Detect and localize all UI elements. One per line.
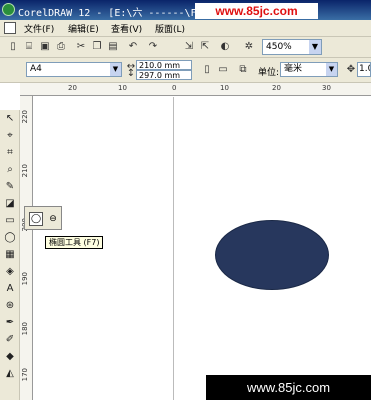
corel-online-icon[interactable]: ✲ (242, 40, 256, 54)
interactive-fill-tool-icon[interactable]: ◭ (3, 367, 17, 381)
unit-label: 单位: (258, 68, 280, 78)
menu-layout[interactable]: 版面(L) (155, 22, 185, 35)
nudge-icon: ✥ (346, 64, 356, 75)
eyedropper-tool-icon[interactable]: ✒ (3, 316, 17, 330)
save-icon[interactable]: ▣ (38, 40, 52, 54)
text-tool-icon[interactable]: A (3, 282, 17, 296)
horizontal-ruler[interactable]: 20 10 0 10 20 30 (20, 83, 371, 96)
chevron-down-icon[interactable]: ▼ (110, 63, 121, 76)
unit-select[interactable]: 毫米 ▼ (280, 62, 338, 77)
tool-tooltip: 椭圆工具 (F7) (45, 236, 104, 249)
toolbox: ↖ ⌖ ⌗ ⌕ ✎ ◪ ▭ ◯ ▦ ◈ A ⊛ ✒ ✐ ◆ ◭ (0, 110, 20, 400)
ruler-tick-label: 0 (172, 84, 177, 92)
ellipse-tool-icon[interactable]: ◯ (3, 231, 17, 245)
paste-icon[interactable]: ▤ (106, 40, 120, 54)
zoom-level-value: 450% (266, 42, 292, 52)
rectangle-tool-icon[interactable]: ▭ (3, 214, 17, 228)
ruler-tick-label: 10 (118, 84, 127, 92)
landscape-icon[interactable]: ▭ (216, 63, 230, 77)
paper-size-select[interactable]: A4 ▼ (26, 62, 122, 77)
ruler-tick-label: 20 (68, 84, 77, 92)
polygon-tool-icon[interactable]: ▦ (3, 248, 17, 262)
outline-tool-icon[interactable]: ✐ (3, 333, 17, 347)
ruler-tick-label: 10 (220, 84, 229, 92)
zoom-tool-icon[interactable]: ⌕ (3, 163, 17, 177)
page-border (173, 97, 174, 400)
portrait-icon[interactable]: ▯ (200, 63, 214, 77)
import-icon[interactable]: ⇲ (182, 40, 196, 54)
ruler-tick-label: 180 (21, 322, 29, 336)
menu-bar: 文件(F) 编辑(E) 查看(V) 版面(L) (0, 20, 371, 37)
paper-size-value: A4 (30, 64, 42, 74)
crop-tool-icon[interactable]: ⌗ (3, 146, 17, 160)
freehand-tool-icon[interactable]: ✎ (3, 180, 17, 194)
open-icon[interactable]: ⌸ (22, 40, 36, 54)
copy-icon[interactable]: ❐ (90, 40, 104, 54)
interactive-blend-tool-icon[interactable]: ⊛ (3, 299, 17, 313)
watermark-top: www.85jc.com (195, 3, 318, 19)
three-point-ellipse-tool-button[interactable]: ⊖ (46, 212, 60, 226)
title-bar: CorelDRAW 12 - [E:\六 ------\F\/-1-/-----… (0, 0, 371, 20)
page-width-field[interactable]: 210.0 mm (136, 60, 192, 70)
menu-file[interactable]: 文件(F) (24, 22, 54, 35)
shape-tool-icon[interactable]: ⌖ (3, 129, 17, 143)
ruler-tick-label: 210 (21, 164, 29, 178)
ruler-tick-label: 170 (21, 368, 29, 382)
ruler-tick-label: 190 (21, 272, 29, 286)
watermark-bottom: www.85jc.com (206, 375, 371, 400)
coreldraw-app-icon[interactable] (2, 3, 15, 16)
nudge-offset-field[interactable]: 1.0 (357, 62, 371, 77)
all-pages-icon[interactable]: ⧉ (236, 63, 250, 77)
chevron-down-icon[interactable]: ▼ (326, 63, 337, 76)
ellipse-shape[interactable] (215, 220, 329, 290)
property-bar: A4 ▼ ↔ ↕ 210.0 mm 297.0 mm ▯ ▭ ⧉ 单位: 毫米 … (0, 58, 371, 83)
pick-tool-icon[interactable]: ↖ (3, 112, 17, 126)
undo-icon[interactable]: ↶ (126, 40, 140, 54)
export-icon[interactable]: ⇱ (198, 40, 212, 54)
new-icon[interactable]: ▯ (6, 40, 20, 54)
redo-icon[interactable]: ↷ (146, 40, 160, 54)
page-height-field[interactable]: 297.0 mm (136, 70, 192, 80)
standard-toolbar: ▯ ⌸ ▣ ⎙ ✂ ❐ ▤ ↶ ↷ ⇲ ⇱ ◐ ✲ 450% ▼ (0, 37, 371, 58)
fill-tool-icon[interactable]: ◆ (3, 350, 17, 364)
ruler-tick-label: 30 (322, 84, 331, 92)
smart-fill-tool-icon[interactable]: ◪ (3, 197, 17, 211)
print-icon[interactable]: ⎙ (54, 40, 68, 54)
ruler-tick-label: 20 (272, 84, 281, 92)
menu-edit[interactable]: 编辑(E) (68, 22, 99, 35)
document-icon[interactable] (4, 22, 16, 34)
ellipse-tool-flyout: ◯ ⊖ (24, 206, 62, 230)
zoom-level-select[interactable]: 450% ▼ (262, 39, 322, 55)
basic-shapes-tool-icon[interactable]: ◈ (3, 265, 17, 279)
unit-value: 毫米 (284, 64, 303, 74)
ruler-tick-label: 220 (21, 110, 29, 124)
menu-view[interactable]: 查看(V) (111, 22, 142, 35)
cut-icon[interactable]: ✂ (74, 40, 88, 54)
chevron-down-icon[interactable]: ▼ (309, 40, 321, 54)
ellipse-tool-button[interactable]: ◯ (29, 212, 43, 226)
vertical-ruler[interactable]: 220 210 200 190 180 170 (20, 96, 33, 400)
application-launcher-icon[interactable]: ◐ (218, 40, 232, 54)
